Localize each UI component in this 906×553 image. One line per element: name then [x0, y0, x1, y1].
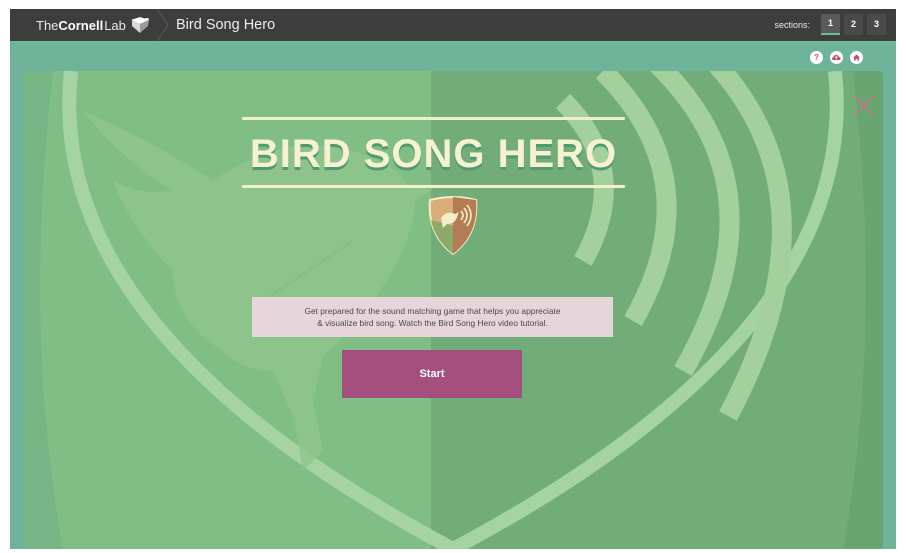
game-stage: BIRD SONG HERO Get prepared for the soun…	[23, 71, 883, 549]
section-2-button[interactable]: 2	[844, 14, 863, 35]
bird-song-badge-icon	[428, 196, 478, 256]
cornell-lab-logo[interactable]: The Cornell Lab	[36, 9, 172, 41]
description-box: Get prepared for the sound matching game…	[252, 297, 613, 337]
breadcrumb-divider	[156, 9, 169, 41]
help-button[interactable]: ?	[810, 51, 823, 64]
title-top-rule	[242, 117, 625, 120]
home-button[interactable]	[850, 51, 863, 64]
bird-logo-icon	[130, 17, 150, 33]
game-title: BIRD SONG HERO	[249, 132, 618, 176]
close-icon[interactable]	[853, 95, 875, 117]
title-block: BIRD SONG HERO	[242, 117, 625, 188]
title-bottom-rule	[242, 185, 625, 188]
description-line-1: Get prepared for the sound matching game…	[304, 306, 561, 316]
logo-prefix: The	[36, 17, 59, 33]
top-bar: The Cornell Lab Bird Song Hero sections:…	[10, 9, 896, 43]
help-icon: ?	[814, 53, 819, 62]
app-title: Bird Song Hero	[176, 17, 276, 33]
cloud-icon	[832, 55, 841, 60]
section-1-button[interactable]: 1	[821, 14, 840, 35]
cloud-button[interactable]	[830, 51, 843, 64]
home-icon	[853, 54, 860, 61]
start-button[interactable]: Start	[342, 350, 522, 398]
description-line-2: & visualize bird song. Watch the Bird So…	[317, 318, 548, 328]
sections-label: sections:	[774, 20, 810, 30]
logo-brand: Cornell	[58, 17, 104, 33]
logo-suffix: Lab	[104, 17, 126, 33]
section-3-button[interactable]: 3	[867, 14, 886, 35]
app-window: The Cornell Lab Bird Song Hero sections:…	[10, 9, 896, 549]
